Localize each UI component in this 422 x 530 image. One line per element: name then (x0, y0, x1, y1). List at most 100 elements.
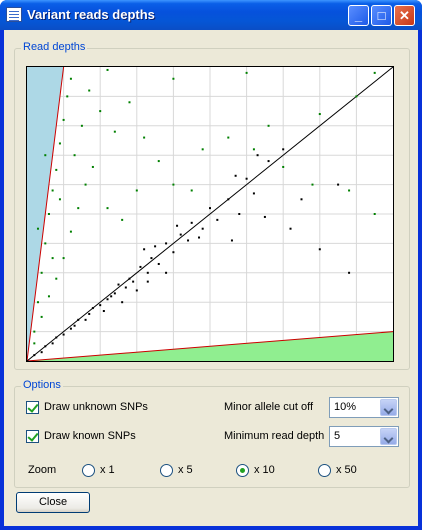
known-snp-point (318, 248, 321, 251)
draw-unknown-snps-checkbox[interactable] (26, 401, 39, 414)
read-depths-group-label: Read depths (21, 41, 88, 53)
known-snp-point (150, 257, 153, 260)
unknown-snp-point (91, 165, 94, 168)
unknown-snp-point (106, 207, 109, 210)
draw-known-snps-label[interactable]: Draw known SNPs (44, 430, 136, 442)
zoom-x10-radio[interactable] (236, 464, 249, 477)
close-window-button[interactable]: ✕ (394, 5, 415, 26)
unknown-snp-point (58, 142, 61, 145)
known-snp-point (51, 342, 54, 345)
unknown-snp-point (135, 189, 138, 192)
known-snp-point (267, 160, 270, 163)
known-snp-point (201, 227, 204, 230)
unknown-snp-point (348, 189, 351, 192)
zoom-x10-label[interactable]: x 10 (254, 464, 275, 476)
zoom-x1-radio[interactable] (82, 464, 95, 477)
unknown-snp-point (58, 198, 61, 201)
close-button[interactable]: Close (16, 492, 90, 513)
unknown-snp-point (267, 124, 270, 127)
zoom-x1-label[interactable]: x 1 (100, 464, 115, 476)
unknown-snp-point (51, 257, 54, 260)
unknown-snp-point (36, 301, 39, 304)
unknown-snp-point (190, 189, 193, 192)
unknown-snp-point (373, 71, 376, 74)
known-snp-point (289, 227, 292, 230)
unknown-snp-point (318, 113, 321, 116)
known-snp-point (252, 192, 255, 195)
unknown-snp-point (69, 230, 72, 233)
minimum-read-depth-value: 5 (334, 430, 341, 442)
unknown-snp-point (157, 160, 160, 163)
unknown-snp-point (62, 257, 65, 260)
unknown-snp-point (51, 189, 54, 192)
known-snp-point (176, 224, 179, 227)
unknown-snp-point (128, 101, 131, 104)
known-snp-point (238, 213, 241, 215)
unknown-snp-point (172, 183, 175, 186)
known-snp-point (337, 183, 340, 186)
zoom-x5-radio[interactable] (160, 464, 173, 477)
known-snp-point (143, 248, 146, 251)
unknown-snp-point (88, 89, 91, 92)
unknown-snp-point (106, 68, 109, 71)
known-snp-point (73, 324, 76, 327)
known-snp-point (282, 148, 285, 151)
draw-known-snps-checkbox[interactable] (26, 430, 39, 443)
unknown-snp-point (172, 77, 175, 80)
unknown-snp-point (143, 136, 146, 139)
known-snp-point (227, 198, 230, 201)
minimum-read-depth-select[interactable]: 5 (329, 426, 399, 447)
known-snp-point (77, 318, 80, 321)
draw-unknown-snps-label[interactable]: Draw unknown SNPs (44, 401, 148, 413)
unknown-snp-point (44, 154, 47, 157)
unknown-snp-point (227, 136, 230, 139)
known-snp-point (263, 215, 266, 218)
known-snp-point (165, 242, 168, 245)
unknown-snp-point (62, 118, 65, 121)
chevron-down-icon[interactable] (380, 428, 397, 445)
unknown-snp-point (36, 227, 39, 230)
unknown-snp-point (113, 130, 116, 133)
unknown-snp-point (69, 77, 72, 80)
known-snp-point (245, 177, 248, 180)
minor-allele-cutoff-label: Minor allele cut off (224, 401, 314, 413)
window-title: Variant reads depths (27, 7, 155, 22)
known-snp-point (99, 304, 102, 307)
known-snp-point (40, 351, 43, 354)
known-snp-point (84, 318, 87, 321)
known-snp-point (157, 262, 160, 265)
read-depth-plot[interactable] (26, 66, 394, 362)
known-snp-point (102, 310, 105, 313)
zoom-x50-radio[interactable] (318, 464, 331, 477)
window: Variant reads depths _ □ ✕ Read depths O… (0, 0, 422, 530)
minimum-read-depth-label: Minimum read depth (224, 430, 325, 442)
maximize-button[interactable]: □ (371, 5, 392, 26)
title-bar[interactable]: Variant reads depths _ □ ✕ (0, 0, 422, 30)
unknown-snp-point (47, 213, 50, 215)
unknown-snp-point (373, 213, 376, 215)
unknown-snp-point (355, 95, 358, 98)
known-snp-point (110, 295, 113, 298)
minor-allele-cutoff-value: 10% (334, 401, 357, 413)
zoom-x5-label[interactable]: x 5 (178, 464, 193, 476)
known-snp-point (117, 283, 120, 286)
unknown-snp-point (252, 148, 255, 151)
unknown-snp-point (44, 242, 47, 245)
known-snp-point (348, 271, 351, 274)
known-snp-point (198, 236, 201, 239)
known-snp-point (165, 271, 168, 274)
zoom-x50-label[interactable]: x 50 (336, 464, 357, 476)
minor-allele-cutoff-select[interactable]: 10% (329, 397, 399, 418)
known-snp-point (146, 271, 149, 274)
chevron-down-icon[interactable] (380, 399, 397, 416)
known-snp-point (88, 312, 91, 315)
unknown-snp-point (47, 295, 50, 298)
known-snp-point (69, 327, 72, 330)
known-snp-point (300, 198, 303, 201)
known-snp-point (62, 333, 65, 336)
read-depth-scatter[interactable] (27, 67, 393, 361)
unknown-snp-point (33, 342, 36, 345)
unknown-snp-point (40, 271, 43, 274)
minimize-button[interactable]: _ (348, 5, 369, 26)
options-group-label: Options (21, 379, 63, 391)
